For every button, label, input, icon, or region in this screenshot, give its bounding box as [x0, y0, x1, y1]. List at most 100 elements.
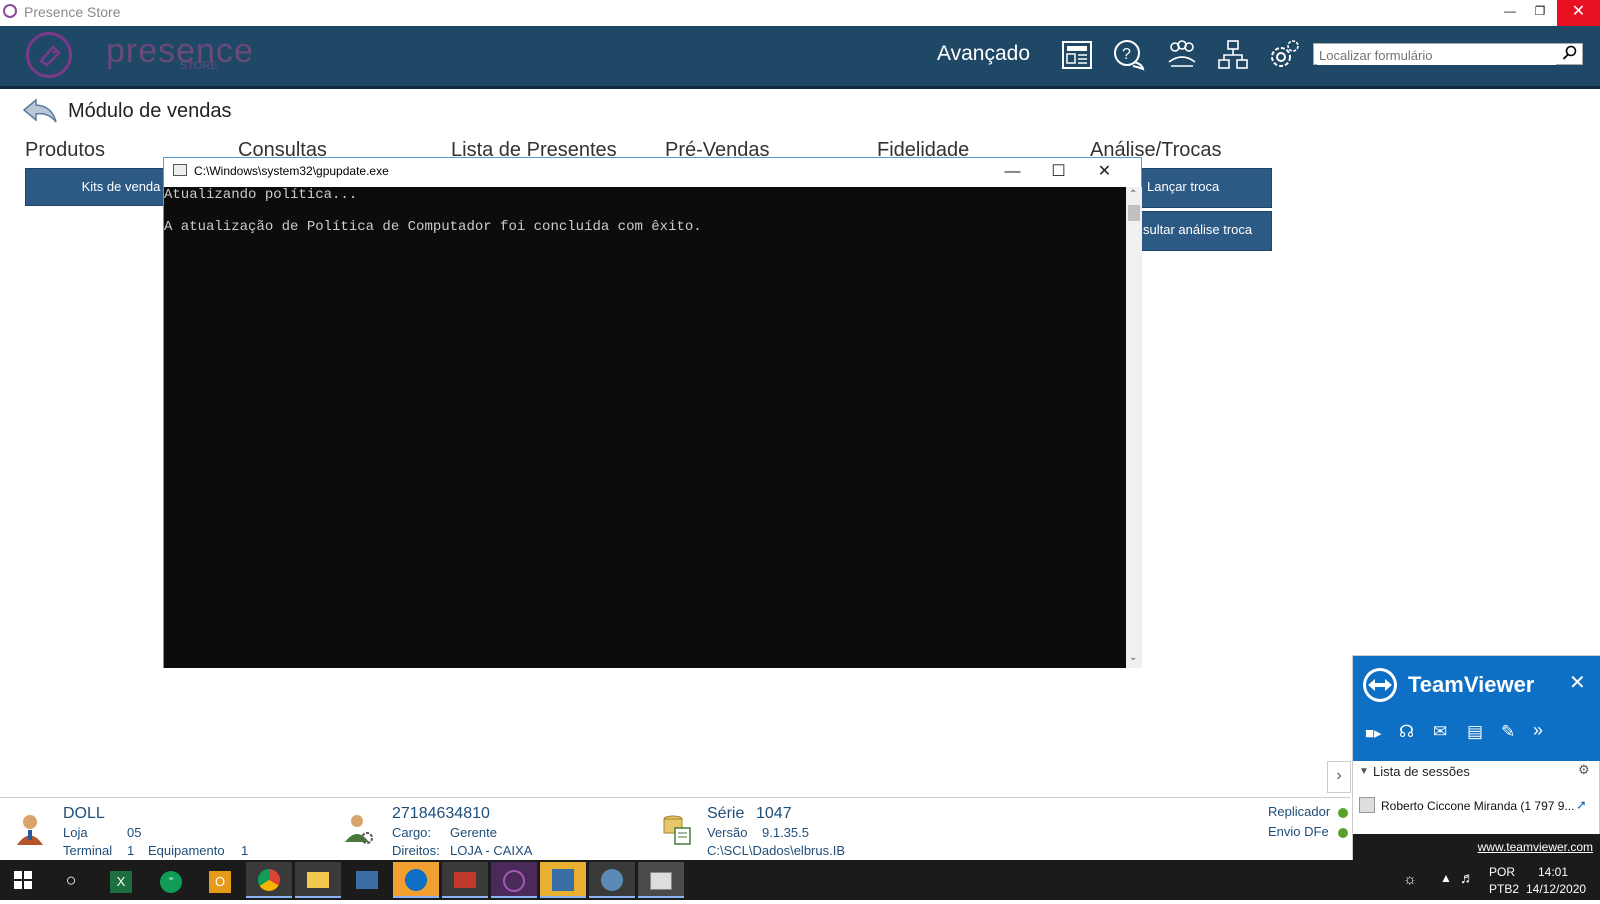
- tag-icon: [39, 45, 61, 67]
- chat-icon[interactable]: ✉: [1433, 722, 1447, 742]
- user-id: 27184634810: [392, 805, 490, 822]
- pen-icon[interactable]: ✎: [1501, 722, 1515, 742]
- windows-start-icon[interactable]: [0, 862, 46, 898]
- direitos-label: Direitos:: [392, 843, 440, 858]
- advanced-label[interactable]: Avançado: [937, 42, 1030, 66]
- database-path: C:\SCL\Dados\elbrus.IB: [707, 843, 846, 858]
- search-icon[interactable]: [1562, 45, 1578, 66]
- user-settings-icon: [343, 812, 375, 851]
- clock-time[interactable]: 14:01: [1538, 865, 1568, 879]
- status-bar: DOLL Loja 05 Terminal 1 Equipamento 1 27…: [0, 797, 1350, 861]
- tab-produtos[interactable]: Produtos: [25, 139, 105, 162]
- window-title: Presence Store: [24, 4, 121, 20]
- scroll-down-icon[interactable]: ⌄: [1129, 652, 1137, 663]
- console-line-2: A atualização de Política de Computador …: [164, 219, 702, 235]
- user-avatar-icon: [14, 812, 46, 851]
- teamviewer-expand-button[interactable]: ›: [1327, 761, 1351, 793]
- direitos-value: LOJA - CAIXA: [450, 843, 533, 858]
- scroll-thumb[interactable]: [1128, 205, 1140, 221]
- team-icon[interactable]: [1165, 38, 1199, 72]
- file-explorer-icon[interactable]: [295, 862, 341, 898]
- serie-value: 1047: [756, 805, 792, 822]
- terminal-label: Terminal: [63, 843, 113, 858]
- cortana-search-icon[interactable]: ○: [48, 862, 94, 898]
- app-icon: [3, 4, 17, 18]
- kits-de-venda-label: Kits de venda: [81, 179, 161, 194]
- settings-gear-icon[interactable]: [1267, 38, 1301, 72]
- help-chat-icon[interactable]: ?: [1112, 38, 1146, 72]
- equipamento-label: Equipamento: [148, 843, 225, 858]
- console-title: C:\Windows\system32\gpupdate.exe: [194, 164, 389, 178]
- loja-value: 05: [127, 825, 142, 840]
- serie-label: Série: [707, 805, 745, 822]
- envio-dfe-status-icon: [1338, 828, 1348, 838]
- search-input[interactable]: [1317, 45, 1556, 65]
- network-tool-icon[interactable]: [540, 862, 586, 898]
- headset-icon[interactable]: ☊: [1399, 722, 1414, 742]
- teamviewer-brand: TeamViewer: [1408, 672, 1535, 697]
- back-arrow-icon[interactable]: [22, 96, 58, 129]
- tray-expand-icon[interactable]: ▲: [1440, 871, 1452, 885]
- toolbox-icon[interactable]: [442, 862, 488, 898]
- people-icon[interactable]: ☼: [1403, 871, 1417, 888]
- svg-text:?: ?: [1122, 46, 1131, 63]
- language-indicator[interactable]: POR: [1489, 865, 1515, 879]
- console-output[interactable]: Atualizando política... A atualização de…: [164, 187, 1126, 668]
- console-window[interactable]: C:\Windows\system32\gpupdate.exe — ☐ ✕ A…: [163, 157, 1142, 668]
- video-icon[interactable]: ■▸: [1365, 724, 1382, 742]
- globe-icon[interactable]: [589, 862, 635, 898]
- user-name: DOLL: [63, 805, 105, 822]
- scroll-up-icon[interactable]: ⌃: [1129, 189, 1137, 200]
- consultar-analise-troca-label: sultar análise troca: [1143, 222, 1253, 237]
- restore-button[interactable]: ❐: [1525, 0, 1555, 24]
- search-form-box[interactable]: [1313, 43, 1583, 65]
- window-titlebar: Presence Store — ❐ ✕: [0, 0, 1600, 27]
- files-icon[interactable]: ▤: [1467, 722, 1483, 742]
- teamviewer-header: TeamViewer ✕ ■▸ ☊ ✉ ▤ ✎ »: [1353, 656, 1600, 761]
- teamviewer-link[interactable]: www.teamviewer.com: [1478, 840, 1593, 854]
- database-icon: [661, 812, 693, 851]
- console-maximize-button[interactable]: ☐: [1036, 160, 1081, 184]
- module-title: Módulo de vendas: [68, 100, 232, 122]
- sessions-settings-icon[interactable]: ⚙: [1578, 762, 1590, 778]
- teamviewer-taskbar-icon[interactable]: [393, 862, 439, 898]
- teamviewer-footer: www.teamviewer.com: [1353, 834, 1600, 861]
- collapse-triangle-icon[interactable]: ▼: [1359, 766, 1369, 777]
- teamviewer-panel: TeamViewer ✕ ■▸ ☊ ✉ ▤ ✎ » ▼ Lista de ses…: [1352, 655, 1600, 861]
- session-connect-icon[interactable]: ➚: [1576, 797, 1587, 813]
- taskbar: ○ X ” O ☼ ▲ ♬ POR PTB2 14:01 14/12/2020: [0, 860, 1600, 900]
- versao-label: Versão: [707, 825, 748, 840]
- console-close-button[interactable]: ✕: [1082, 160, 1127, 184]
- user-avatar-placeholder-icon: [1359, 797, 1375, 813]
- remote-desktop-icon[interactable]: [344, 862, 390, 898]
- volume-icon[interactable]: ♬: [1460, 870, 1475, 887]
- excel-icon[interactable]: X: [98, 862, 144, 898]
- console-taskbar-icon[interactable]: [638, 862, 684, 898]
- cargo-label: Cargo:: [392, 825, 432, 840]
- envio-dfe-label[interactable]: Envio DFe: [1268, 824, 1329, 839]
- presence-store-taskbar-icon[interactable]: [491, 862, 537, 898]
- sessions-label: Lista de sessões: [1373, 764, 1470, 779]
- console-minimize-button[interactable]: —: [990, 160, 1035, 184]
- hangouts-icon[interactable]: ”: [148, 862, 194, 898]
- replicador-label[interactable]: Replicador: [1268, 804, 1330, 819]
- console-line-1: Atualizando política...: [164, 187, 358, 203]
- clock-date[interactable]: 14/12/2020: [1526, 882, 1586, 896]
- more-icon[interactable]: »: [1533, 720, 1543, 741]
- teamviewer-logo-icon: [1361, 666, 1399, 709]
- news-icon[interactable]: [1060, 38, 1094, 72]
- chrome-icon[interactable]: [246, 862, 292, 898]
- minimize-button[interactable]: —: [1495, 0, 1525, 24]
- kits-de-venda-button[interactable]: Kits de venda: [25, 168, 167, 206]
- close-button[interactable]: ✕: [1557, 0, 1600, 26]
- replicador-status-icon: [1338, 808, 1348, 818]
- network-icon[interactable]: [1216, 38, 1250, 72]
- equipamento-value: 1: [241, 843, 249, 858]
- keyboard-layout[interactable]: PTB2: [1489, 882, 1519, 896]
- session-item[interactable]: Roberto Ciccone Miranda (1 797 9...: [1381, 799, 1574, 813]
- teamviewer-close-icon[interactable]: ✕: [1569, 670, 1586, 695]
- console-scrollbar[interactable]: ⌃ ⌄: [1126, 187, 1142, 668]
- outlook-icon[interactable]: O: [197, 862, 243, 898]
- console-app-icon: [173, 164, 187, 176]
- logo-icon: [26, 32, 72, 78]
